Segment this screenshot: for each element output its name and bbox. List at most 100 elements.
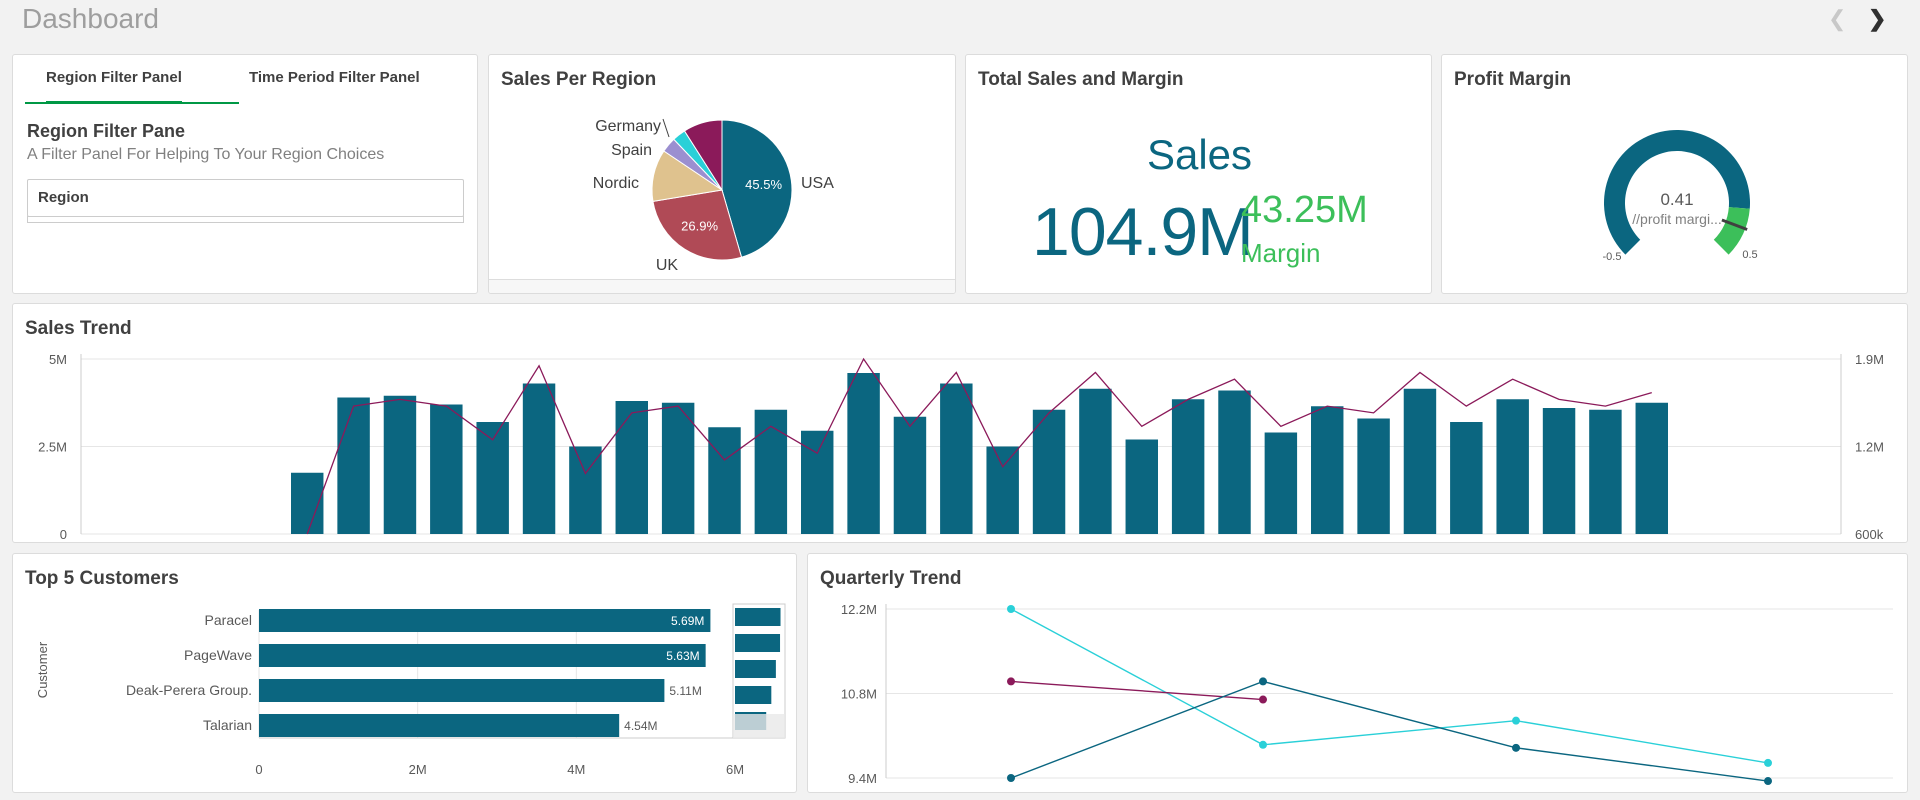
pie-category-label: USA bbox=[801, 175, 834, 192]
page-title: Dashboard bbox=[22, 3, 159, 34]
pie-data-label: 26.9% bbox=[681, 219, 718, 234]
top-customers-bar-chart[interactable]: 0 2M 4M 6M Customer Paracel 5.69M PageWave 5.63M… bbox=[13, 554, 797, 793]
quarterly-trend-line-chart[interactable]: 9.4M 10.8M 12.2M bbox=[808, 554, 1908, 793]
bar-data-label: 4.54M bbox=[624, 719, 657, 733]
series-point bbox=[1259, 695, 1267, 704]
chevron-right-icon: ❯ bbox=[1868, 6, 1887, 31]
series-point bbox=[1764, 758, 1772, 767]
sales-bar bbox=[708, 427, 741, 534]
minimap-bar bbox=[735, 608, 781, 626]
kpi-secondary-value: 43.25M bbox=[1241, 189, 1368, 231]
sales-bar bbox=[1171, 399, 1205, 534]
category-label: Deak-Perera Group. bbox=[126, 682, 252, 698]
sales-bar bbox=[1032, 409, 1066, 534]
region-filter-field[interactable]: Region bbox=[27, 179, 464, 223]
sales-bar bbox=[383, 395, 417, 534]
sales-bar bbox=[615, 401, 648, 534]
kpi-secondary-label: Margin bbox=[1241, 238, 1321, 268]
kpi-main-label: Sales bbox=[1146, 131, 1253, 178]
sales-bar bbox=[1403, 388, 1437, 534]
category-label: Talarian bbox=[203, 717, 252, 733]
y2-axis-tick-label: 600k bbox=[1855, 527, 1884, 542]
customer-bar bbox=[259, 714, 620, 737]
tab-time-period-filter-panel[interactable]: Time Period Filter Panel bbox=[249, 69, 420, 86]
profit-margin-card: Profit Margin 0.41//profit margi... -0.5 0… bbox=[1441, 54, 1908, 294]
bar-data-label: 5.63M bbox=[666, 649, 699, 663]
chevron-left-icon: ❮ bbox=[1828, 6, 1847, 31]
chart-scrollbar[interactable] bbox=[489, 279, 955, 293]
y-axis-tick-label: 0 bbox=[60, 527, 67, 542]
sales-bar bbox=[1496, 399, 1529, 534]
y-axis-tick-label: 10.8M bbox=[841, 687, 877, 702]
filter-pane-subtitle: A Filter Panel For Helping To Your Regio… bbox=[27, 146, 385, 163]
sales-bar bbox=[986, 446, 1019, 534]
filter-panel-card: Region Filter Panel Time Period Filter P… bbox=[12, 54, 478, 294]
sales-bar bbox=[1542, 408, 1576, 534]
x-axis-tick-label: 2M bbox=[409, 762, 427, 777]
series-line bbox=[1010, 680, 1264, 701]
active-tab-indicator bbox=[25, 102, 239, 104]
sales-bar bbox=[1264, 432, 1298, 534]
quarterly-trend-card: Quarterly Trend 9.4M 10.8M 12.2M bbox=[807, 553, 1908, 793]
top-bar: Dashboard ❮ ❯ bbox=[0, 0, 1920, 40]
kpi-main-value: 104.9M bbox=[1032, 194, 1254, 270]
series-point bbox=[1007, 677, 1015, 686]
sales-bar bbox=[1079, 388, 1112, 534]
gauge-max-label: 0.5 bbox=[1742, 249, 1757, 261]
customer-bar bbox=[259, 679, 665, 702]
next-sheet-button[interactable]: ❯ bbox=[1868, 6, 1886, 32]
gauge-chart[interactable]: 0.41 //profit margi... -0.5 0.5 bbox=[1442, 55, 1908, 294]
top-5-customers-card: Top 5 Customers 0 2M 4M 6M Customer Paracel 5.… bbox=[12, 553, 797, 793]
sales-bar bbox=[661, 402, 695, 534]
pie-data-label: 45.5% bbox=[745, 177, 782, 192]
x-axis-tick-label: 0 bbox=[255, 762, 262, 777]
y-axis-tick-label: 5M bbox=[49, 352, 67, 367]
sales-bar bbox=[1311, 406, 1344, 534]
minimap-bar bbox=[735, 634, 781, 652]
pie-chart[interactable]: 45.5% USA 26.9% UK Nordic Spain Germany bbox=[489, 55, 956, 281]
sales-bar bbox=[847, 373, 880, 534]
category-label: Paracel bbox=[205, 612, 252, 628]
tab-region-filter-panel[interactable]: Region Filter Panel bbox=[46, 69, 182, 103]
pie-leader-line bbox=[662, 118, 670, 138]
pie-category-label: UK bbox=[656, 257, 679, 274]
customer-bar bbox=[259, 644, 706, 667]
gauge-measure-label: //profit margi... bbox=[1632, 211, 1721, 227]
series-point bbox=[1764, 777, 1772, 786]
series-line bbox=[1010, 608, 1769, 764]
previous-sheet-button[interactable]: ❮ bbox=[1828, 6, 1846, 32]
sales-bar bbox=[754, 409, 788, 534]
pie-category-label: Spain bbox=[611, 142, 652, 159]
pie-category-label: Nordic bbox=[593, 175, 639, 192]
sales-bar bbox=[1357, 418, 1390, 534]
series-point bbox=[1259, 740, 1267, 749]
bar-data-label: 5.69M bbox=[671, 614, 704, 628]
y-axis-tick-label: 9.4M bbox=[848, 771, 877, 786]
gauge-value-label: 0.41 bbox=[1660, 190, 1693, 209]
category-label: PageWave bbox=[184, 647, 252, 663]
sales-bar bbox=[1218, 390, 1251, 534]
minimap-scroll-shade bbox=[733, 714, 785, 738]
y2-axis-tick-label: 1.2M bbox=[1855, 440, 1884, 455]
series-point bbox=[1007, 605, 1015, 613]
customer-bar bbox=[259, 609, 711, 632]
y-axis-tick-label: 2.5M bbox=[38, 440, 67, 455]
sales-bar bbox=[940, 383, 973, 534]
sales-bar bbox=[1589, 409, 1622, 534]
series-point bbox=[1259, 677, 1267, 686]
sales-bar bbox=[430, 404, 463, 534]
series-point bbox=[1512, 716, 1520, 725]
series-point bbox=[1007, 774, 1015, 782]
x-axis-tick-label: 4M bbox=[567, 762, 585, 777]
filter-pane-heading: Region Filter Pane bbox=[27, 121, 186, 141]
sales-bar bbox=[1635, 402, 1668, 534]
minimap-bar bbox=[735, 686, 772, 704]
sales-trend-combo-chart[interactable]: 5M 1.9M 2.5M 1.2M 0 600k bbox=[13, 304, 1908, 543]
sales-bar bbox=[1125, 439, 1158, 534]
gauge-min-label: -0.5 bbox=[1603, 251, 1622, 263]
sales-trend-card: Sales Trend 5M 1.9M 2.5M 1.2M 0 600k bbox=[12, 303, 1908, 543]
series-line bbox=[1010, 680, 1769, 782]
card-title: Total Sales and Margin bbox=[978, 69, 1184, 90]
y-axis-title: Customer bbox=[35, 641, 50, 698]
sales-bar bbox=[522, 383, 556, 534]
